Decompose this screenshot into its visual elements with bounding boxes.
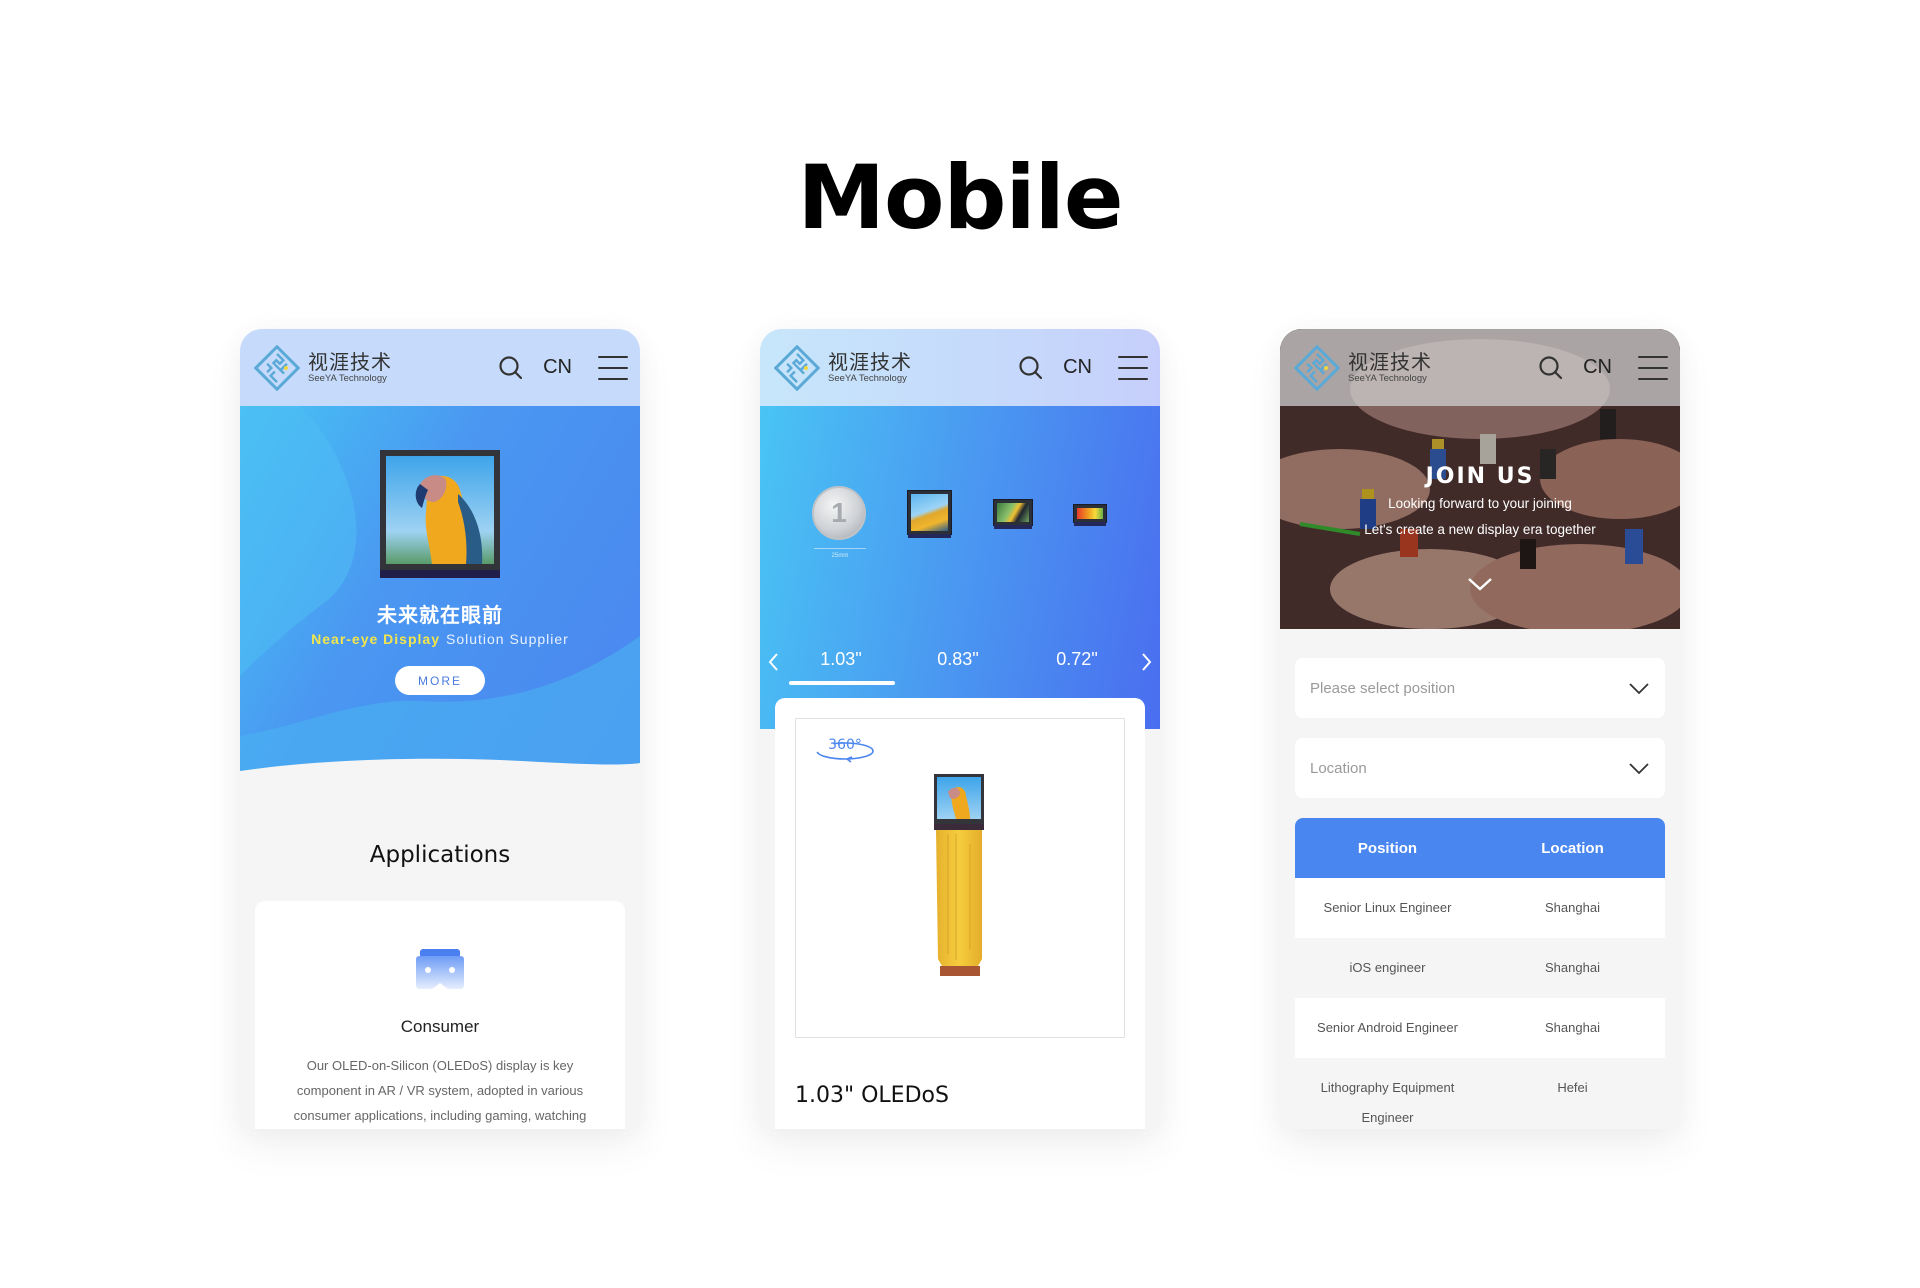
logo[interactable]: 视涯技术 SeeYA Technology bbox=[774, 344, 912, 391]
column-header-location: Location bbox=[1541, 839, 1604, 857]
active-tab-indicator bbox=[789, 681, 895, 685]
coin-scale-line bbox=[814, 548, 866, 549]
phone-careers: JOIN US Looking forward to your joining … bbox=[1280, 329, 1680, 1129]
brand-name-cn: 视涯技术 bbox=[828, 349, 912, 374]
chevron-down-icon bbox=[1629, 762, 1649, 774]
site-header: 视涯技术 SeeYA Technology CN bbox=[1280, 329, 1680, 406]
applications-heading: Applications bbox=[369, 842, 511, 868]
search-icon[interactable] bbox=[1017, 354, 1045, 382]
jobs-table-header: Position Location bbox=[1295, 818, 1665, 878]
job-location: Shanghai bbox=[1545, 960, 1600, 975]
tab-size-0-83[interactable]: 0.83" bbox=[905, 649, 1011, 670]
jobs-table: Position Location Senior Linux Engineer … bbox=[1295, 818, 1665, 1128]
tab-size-0-72[interactable]: 0.72" bbox=[1024, 649, 1130, 670]
application-card-consumer[interactable]: Consumer Our OLED-on-Silicon (OLEDoS) di… bbox=[255, 901, 625, 1129]
scroll-down-chevron-icon[interactable] bbox=[1466, 576, 1494, 592]
join-us-title: JOIN US bbox=[1425, 464, 1535, 489]
chevron-right-icon[interactable] bbox=[1138, 651, 1154, 673]
product-size-banner: 1 25mm 1.03" 0.83" 0.72" bbox=[760, 406, 1160, 729]
position-select[interactable]: Please select position bbox=[1295, 658, 1665, 718]
brand-name-cn: 视涯技术 bbox=[1348, 349, 1432, 374]
product-viewer[interactable]: 360° bbox=[795, 718, 1125, 1038]
seeya-logo-icon bbox=[774, 344, 820, 391]
page-title: Mobile bbox=[797, 146, 1123, 249]
search-icon[interactable] bbox=[497, 354, 525, 382]
job-location: Shanghai bbox=[1545, 900, 1600, 915]
site-header: 视涯技术 SeeYA Technology CN bbox=[240, 329, 640, 406]
join-us-subtitle-1: Looking forward to your joining bbox=[1388, 496, 1572, 511]
language-toggle[interactable]: CN bbox=[1063, 356, 1092, 379]
rotate-360-label: 360° bbox=[828, 737, 862, 753]
job-position: Lithography Equipment Engineer bbox=[1320, 1080, 1455, 1125]
search-icon[interactable] bbox=[1537, 354, 1565, 382]
location-select-placeholder: Location bbox=[1310, 759, 1367, 777]
language-toggle[interactable]: CN bbox=[543, 356, 572, 379]
hero-product-image bbox=[380, 450, 500, 578]
job-position: iOS engineer bbox=[1349, 960, 1426, 975]
job-position: Senior Linux Engineer bbox=[1323, 900, 1452, 915]
seeya-logo-icon bbox=[254, 344, 300, 391]
join-us-subtitle-2: Let's create a new display era together bbox=[1364, 522, 1596, 537]
hero-subtitle-highlight: Near-eye Display bbox=[311, 631, 440, 647]
more-button[interactable]: MORE bbox=[395, 666, 485, 695]
brand-name-en: SeeYA Technology bbox=[308, 372, 387, 384]
hamburger-menu-icon[interactable] bbox=[1638, 355, 1668, 380]
hamburger-menu-icon[interactable] bbox=[598, 355, 628, 380]
brand-name-en: SeeYA Technology bbox=[1348, 372, 1427, 384]
job-location: Shanghai bbox=[1545, 1020, 1600, 1035]
brand-name-cn: 视涯技术 bbox=[308, 349, 392, 374]
chevron-down-icon bbox=[1629, 682, 1649, 694]
tab-size-1-03[interactable]: 1.03" bbox=[788, 649, 894, 670]
coin-scale-label: 25mm bbox=[831, 553, 849, 559]
product-name: 1.03" OLEDoS bbox=[795, 1083, 949, 1108]
seeya-logo-icon bbox=[1294, 344, 1340, 391]
size-tabs: 1.03" 0.83" 0.72" bbox=[760, 649, 1160, 689]
hamburger-menu-icon[interactable] bbox=[1118, 355, 1148, 380]
table-row[interactable]: Lithography Equipment Engineer Hefei bbox=[1295, 1058, 1665, 1128]
location-select[interactable]: Location bbox=[1295, 738, 1665, 798]
phone-home: 视涯技术 SeeYA Technology CN 未来就在眼前 Near-eye… bbox=[240, 329, 640, 1129]
logo[interactable]: 视涯技术 SeeYA Technology bbox=[1294, 344, 1432, 391]
vr-headset-icon bbox=[416, 949, 464, 989]
phone-products: 视涯技术 SeeYA Technology CN 1 25mm 1.03" 0.… bbox=[760, 329, 1160, 1129]
application-description: Our OLED-on-Silicon (OLEDoS) display is … bbox=[293, 1058, 587, 1123]
table-row[interactable]: iOS engineer Shanghai bbox=[1295, 938, 1665, 998]
application-title: Consumer bbox=[400, 1017, 480, 1036]
site-header: 视涯技术 SeeYA Technology CN bbox=[760, 329, 1160, 406]
logo[interactable]: 视涯技术 SeeYA Technology bbox=[254, 344, 392, 391]
product-image bbox=[934, 774, 984, 976]
hero-subtitle: Near-eye Display Solution Supplier bbox=[240, 631, 640, 647]
job-location: Hefei bbox=[1557, 1080, 1588, 1095]
column-header-position: Position bbox=[1357, 839, 1418, 857]
coin-reference-image: 1 bbox=[812, 486, 866, 540]
job-position: Senior Android Engineer bbox=[1317, 1020, 1458, 1035]
table-row[interactable]: Senior Android Engineer Shanghai bbox=[1295, 998, 1665, 1058]
table-row[interactable]: Senior Linux Engineer Shanghai bbox=[1295, 878, 1665, 938]
size-comparison: 1 25mm bbox=[760, 406, 1160, 606]
language-toggle[interactable]: CN bbox=[1583, 356, 1612, 379]
hero-subtitle-rest: Solution Supplier bbox=[445, 631, 569, 647]
display-thumb-1-03[interactable] bbox=[907, 490, 952, 538]
display-thumb-0-83[interactable] bbox=[993, 499, 1033, 529]
brand-name-en: SeeYA Technology bbox=[828, 372, 907, 384]
rotate-360-icon[interactable]: 360° bbox=[814, 733, 876, 765]
home-hero-banner: 未来就在眼前 Near-eye Display Solution Supplier… bbox=[240, 406, 640, 786]
display-thumb-0-72[interactable] bbox=[1073, 504, 1107, 526]
chevron-left-icon[interactable] bbox=[766, 651, 782, 673]
hero-title: 未来就在眼前 bbox=[377, 603, 503, 627]
position-select-placeholder: Please select position bbox=[1310, 679, 1456, 697]
product-card[interactable]: 360° 1.03" OLEDoS bbox=[775, 698, 1145, 1129]
